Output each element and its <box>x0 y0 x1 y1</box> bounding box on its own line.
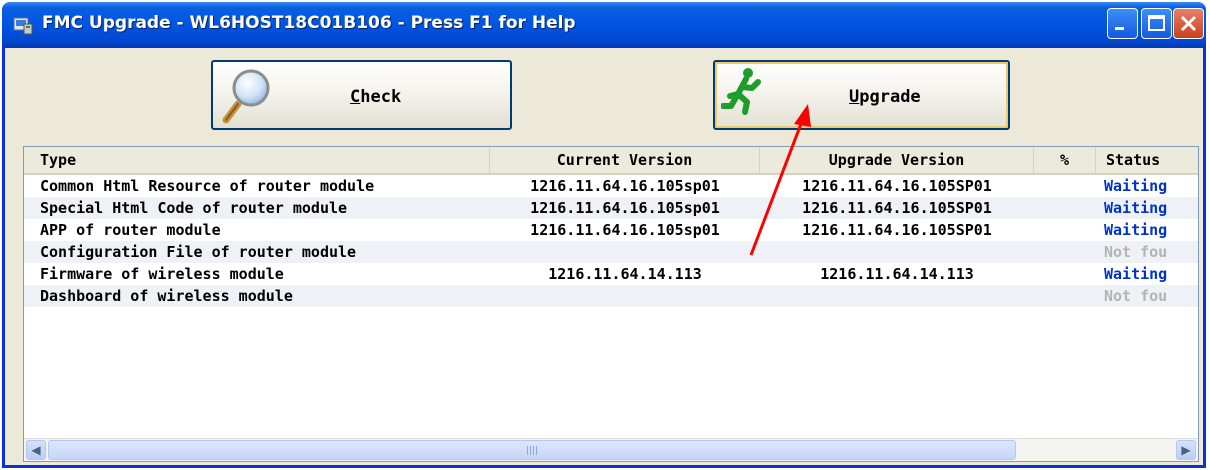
cell-upgrade-version: 1216.11.64.16.105SP01 <box>802 177 992 195</box>
table-row[interactable]: Firmware of wireless module 1216.11.64.1… <box>24 263 1198 285</box>
cell-type: Special Html Code of router module <box>40 199 348 217</box>
title-bar[interactable]: FMC Upgrade - WL6HOST18C01B106 - Press F… <box>2 2 1206 48</box>
module-list[interactable]: Type Current Version Upgrade Version % S… <box>23 146 1199 462</box>
cell-upgrade-version: 1216.11.64.16.105SP01 <box>802 221 992 239</box>
column-header-upgrade-version[interactable]: Upgrade Version <box>760 147 1034 173</box>
app-window: FMC Upgrade - WL6HOST18C01B106 - Press F… <box>2 2 1206 468</box>
client-area: Check Upgrade Type Current Version Upgra… <box>5 48 1203 465</box>
upgrade-button-label: Upgrade <box>849 87 921 107</box>
scroll-right-button[interactable]: ▶ <box>1176 440 1196 460</box>
cell-current-version <box>490 241 760 263</box>
list-header: Type Current Version Upgrade Version % S… <box>24 147 1198 175</box>
cell-type: Dashboard of wireless module <box>40 287 293 305</box>
cell-upgrade-version <box>762 241 1032 263</box>
cell-percent <box>1034 241 1094 263</box>
cell-type: Common Html Resource of router module <box>40 177 375 195</box>
column-header-status[interactable]: Status <box>1096 147 1198 173</box>
check-button[interactable]: Check <box>211 60 512 130</box>
cell-percent <box>1034 175 1094 197</box>
cell-upgrade-version <box>762 285 1032 307</box>
cell-status: Not fou <box>1104 243 1168 261</box>
upgrade-button[interactable]: Upgrade <box>713 60 1010 130</box>
cell-current-version: 1216.11.64.16.105sp01 <box>530 221 720 239</box>
cell-upgrade-version: 1216.11.64.14.113 <box>820 265 974 283</box>
cell-percent <box>1034 219 1094 241</box>
cell-percent <box>1034 285 1094 307</box>
table-row[interactable]: Configuration File of router module Not … <box>24 241 1198 263</box>
column-header-current-version[interactable]: Current Version <box>490 147 760 173</box>
maximize-button[interactable] <box>1141 8 1172 39</box>
cell-percent <box>1034 197 1094 219</box>
cell-status: Waiting <box>1104 265 1168 283</box>
table-row[interactable]: Common Html Resource of router module 12… <box>24 175 1198 197</box>
magnifier-icon <box>222 69 270 124</box>
check-button-label: Check <box>350 87 402 107</box>
scrollbar-thumb[interactable] <box>48 440 1016 460</box>
arrow-right-icon: ▶ <box>1181 443 1191 457</box>
table-row[interactable]: APP of router module 1216.11.64.16.105sp… <box>24 219 1198 241</box>
minimize-icon <box>1115 27 1124 30</box>
horizontal-scrollbar[interactable]: ◀ ▶ <box>24 438 1198 461</box>
cell-upgrade-version: 1216.11.64.16.105SP01 <box>802 199 992 217</box>
cell-type: APP of router module <box>40 221 221 239</box>
cell-current-version: 1216.11.64.14.113 <box>548 265 702 283</box>
cell-current-version: 1216.11.64.16.105sp01 <box>530 177 720 195</box>
maximize-icon <box>1148 15 1165 31</box>
close-button[interactable] <box>1173 8 1204 39</box>
cell-percent <box>1034 263 1094 285</box>
running-man-icon <box>721 68 761 115</box>
arrow-left-icon: ◀ <box>31 443 41 457</box>
cell-type: Configuration File of router module <box>40 243 357 261</box>
grip-icon <box>527 446 537 455</box>
column-header-type[interactable]: Type <box>24 147 490 173</box>
close-icon <box>1180 15 1197 32</box>
scroll-left-button[interactable]: ◀ <box>26 440 46 460</box>
table-row[interactable]: Special Html Code of router module 1216.… <box>24 197 1198 219</box>
cell-status: Not fou <box>1104 287 1168 305</box>
window-title: FMC Upgrade - WL6HOST18C01B106 - Press F… <box>42 13 576 33</box>
table-row[interactable]: Dashboard of wireless module Not fou <box>24 285 1198 307</box>
cell-current-version: 1216.11.64.16.105sp01 <box>530 199 720 217</box>
column-header-percent[interactable]: % <box>1034 147 1096 173</box>
app-icon <box>13 17 33 35</box>
cell-status: Waiting <box>1104 199 1168 217</box>
cell-status: Waiting <box>1104 177 1168 195</box>
minimize-button[interactable] <box>1107 8 1138 39</box>
cell-type: Firmware of wireless module <box>40 265 284 283</box>
cell-current-version <box>490 285 760 307</box>
cell-status: Waiting <box>1104 221 1168 239</box>
